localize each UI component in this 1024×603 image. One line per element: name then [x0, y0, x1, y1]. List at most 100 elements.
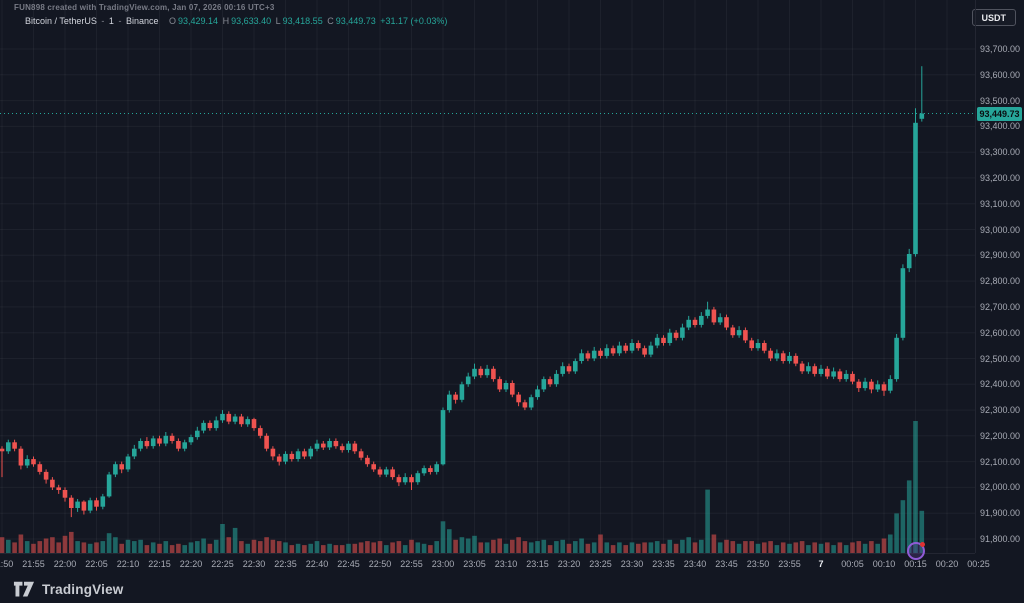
volume-bar [138, 540, 143, 553]
candle-body [598, 351, 603, 356]
volume-bar [371, 542, 376, 553]
volume-bar [573, 541, 578, 553]
price-axis-label: 92,600.00 [976, 328, 1024, 338]
candle-body [781, 353, 786, 361]
candle-body [208, 423, 213, 428]
volume-bar [44, 539, 49, 554]
candle-body [668, 333, 673, 343]
volume-bar [529, 542, 534, 553]
interval-value[interactable]: 1 [109, 16, 114, 26]
candle-body [743, 330, 748, 340]
candle-body [617, 346, 622, 354]
price-axis-label: 92,100.00 [976, 457, 1024, 467]
time-axis-label: 22:05 [85, 559, 108, 569]
candle-body [132, 449, 137, 457]
candle-body [422, 468, 427, 473]
volume-bar [164, 541, 169, 553]
volume-bar [542, 540, 547, 553]
volume-bar [290, 545, 295, 553]
volume-bar [422, 544, 427, 553]
time-axis-label: 23:05 [463, 559, 486, 569]
volume-bar [857, 541, 862, 553]
candle-body [825, 369, 830, 377]
volume-bar [38, 541, 43, 553]
legend-separator: - [118, 16, 121, 26]
candlestick-chart-canvas[interactable] [0, 0, 975, 553]
candle-body [138, 441, 143, 449]
current-price-badge: 93,449.73 [977, 107, 1022, 121]
price-axis-label: 92,400.00 [976, 379, 1024, 389]
time-axis-label: 00:25 [967, 559, 990, 569]
time-axis[interactable]: 21:5021:5522:0022:0522:1022:1522:2022:25… [0, 553, 975, 575]
candle-body [888, 379, 893, 391]
volume-bar [214, 540, 219, 553]
candle-body [768, 351, 773, 359]
low-value: 93,418.55 [283, 16, 323, 26]
volume-bar [825, 542, 830, 553]
candle-body [214, 420, 219, 428]
volume-bar [245, 544, 250, 553]
volume-bar [775, 545, 780, 553]
candle-body [787, 356, 792, 361]
time-axis-label: 23:50 [747, 559, 770, 569]
volume-bar [674, 544, 679, 553]
volume-bar [378, 541, 383, 553]
price-axis[interactable]: 93,449.73 93,700.0093,600.0093,500.0093,… [975, 0, 1024, 553]
time-axis-label: 23:55 [778, 559, 801, 569]
tradingview-logo-icon[interactable] [13, 581, 35, 598]
volume-bar [523, 541, 528, 553]
price-axis-label: 91,900.00 [976, 508, 1024, 518]
volume-bar [869, 541, 874, 553]
candle-body [340, 446, 345, 450]
volume-bar [56, 542, 61, 553]
candle-body [384, 469, 389, 474]
candle-body [170, 436, 175, 441]
time-axis-label: 22:15 [148, 559, 171, 569]
candle-body [195, 431, 200, 437]
candle-body [50, 480, 55, 488]
volume-bar [271, 540, 276, 553]
volume-bar [920, 511, 925, 553]
candle-body [239, 417, 244, 425]
volume-bar [145, 545, 150, 553]
candle-body [63, 490, 68, 498]
candle-body [605, 348, 610, 356]
candle-body [491, 369, 496, 379]
volume-bar [743, 541, 748, 553]
time-axis-label: 00:10 [873, 559, 896, 569]
time-axis-label: 23:00 [432, 559, 455, 569]
volume-bar [315, 541, 320, 553]
candle-body [510, 383, 515, 395]
volume-bar [264, 537, 269, 553]
candle-body [737, 330, 742, 335]
volume-bar [844, 545, 849, 553]
legend-separator: - [101, 16, 104, 26]
candle-body [819, 369, 824, 374]
candle-body [447, 395, 452, 411]
volume-bar [201, 539, 206, 554]
volume-bar [781, 542, 786, 553]
volume-bar [397, 541, 402, 553]
candle-body [271, 449, 276, 457]
volume-bar [623, 545, 628, 553]
time-axis-label: 23:20 [558, 559, 581, 569]
volume-bar [182, 545, 187, 553]
footer-bar: TradingView [0, 575, 1024, 603]
open-value: 93,429.14 [178, 16, 218, 26]
volume-bar [718, 542, 723, 553]
candle-body [611, 348, 616, 353]
volume-bar [712, 535, 717, 554]
candle-body [913, 123, 918, 254]
candle-body [649, 346, 654, 355]
candle-body [220, 414, 225, 420]
symbol-legend[interactable]: Bitcoin / TetherUS - 1 - Binance O93,429… [25, 16, 449, 26]
symbol-name[interactable]: Bitcoin / TetherUS [25, 16, 97, 26]
candle-body [875, 384, 880, 389]
time-axis-label: 23:10 [495, 559, 518, 569]
candle-body [296, 451, 301, 459]
candle-body [907, 254, 912, 268]
tradingview-brand-text[interactable]: TradingView [42, 582, 123, 597]
close-value: 93,449.73 [336, 16, 376, 26]
volume-bar [516, 537, 521, 553]
volume-bar [586, 544, 591, 553]
